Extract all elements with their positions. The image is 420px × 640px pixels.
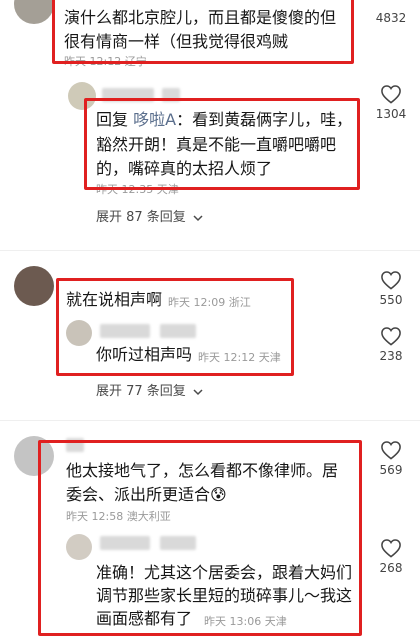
reply-text: 你听过相声吗	[96, 345, 193, 364]
like-count: 550	[379, 293, 403, 307]
username-blurred	[160, 324, 196, 338]
username-blurred	[100, 324, 150, 338]
like-count: 569	[379, 463, 403, 477]
username-blurred	[66, 438, 84, 452]
comment-text-line: 他太接地气了，怎么看都不像律师。居	[66, 461, 339, 480]
like-count: 4832	[375, 11, 407, 25]
heart-outline-icon	[381, 327, 401, 346]
heart-outline-icon	[381, 441, 401, 460]
comment-text-line: 演什么都北京腔儿，而且都是傻傻的但	[64, 8, 337, 27]
expand-replies-label: 展开 77 条回复	[96, 384, 186, 399]
comment-text: 就在说相声啊	[66, 290, 163, 309]
expand-replies-label: 展开 87 条回复	[96, 210, 186, 225]
like-button[interactable]: 569	[374, 440, 408, 477]
reply-meta: 昨天 12:35 天津	[96, 183, 179, 196]
like-button[interactable]: 550	[374, 270, 408, 307]
like-button[interactable]: 238	[374, 326, 408, 363]
avatar[interactable]	[14, 0, 54, 24]
comment-text-line: 很有情商一样（但我觉得很鸡贼	[64, 32, 289, 51]
expand-replies-button[interactable]: 展开 77 条回复	[96, 380, 204, 399]
username-blurred	[162, 88, 180, 102]
divider	[0, 420, 420, 421]
username-blurred	[100, 536, 150, 550]
expand-replies-button[interactable]: 展开 87 条回复	[96, 206, 204, 225]
comment-text-fragment: 委会、派出所更适合	[66, 485, 211, 504]
heart-outline-icon	[381, 85, 401, 104]
username-blurred	[102, 88, 154, 102]
reply-text-line: 豁然开朗！真是不能一直嚼吧嚼吧	[96, 135, 337, 154]
reply-text-fragment: ：看到黄磊俩字儿，哇，	[176, 110, 353, 129]
username-blurred	[160, 536, 196, 550]
avatar[interactable]	[66, 320, 92, 346]
reply-text-line: 准确！尤其这个居委会，跟着大妈们	[96, 563, 353, 582]
like-button[interactable]: 1304	[374, 84, 408, 121]
reply-meta: 昨天 12:12 天津	[198, 351, 281, 364]
avatar[interactable]	[14, 266, 54, 306]
comment-text-line: 委会、派出所更适合😰	[66, 483, 366, 507]
like-count: 1304	[375, 107, 407, 121]
anxious-face-emoji: 😰	[210, 485, 227, 504]
avatar[interactable]	[66, 534, 92, 560]
reply-text-line: 回复 哆啦A：看到黄磊俩字儿，哇，	[96, 108, 366, 132]
like-count: 238	[379, 349, 403, 363]
like-button[interactable]: 268	[374, 538, 408, 575]
mention-link[interactable]: 哆啦A	[133, 110, 176, 129]
avatar[interactable]	[14, 436, 54, 476]
heart-outline-icon	[381, 271, 401, 290]
reply-text-line: 的，嘴碎真的太招人烦了	[96, 159, 273, 178]
like-count: 268	[379, 561, 403, 575]
like-button[interactable]: 4832	[374, 8, 408, 25]
reply-prefix: 回复	[96, 110, 129, 129]
comment-meta: 昨天 12:58 澳大利亚	[66, 510, 171, 523]
divider	[0, 250, 420, 251]
heart-outline-icon	[381, 539, 401, 558]
reply-meta: 昨天 13:06 天津	[204, 615, 287, 628]
avatar[interactable]	[68, 82, 96, 110]
chevron-down-icon	[193, 388, 203, 395]
reply-text-line: 调节那些家长里短的琐碎事儿～我这	[96, 586, 353, 605]
chevron-down-icon	[193, 214, 203, 221]
comment-meta: 昨天 12:09 浙江	[168, 296, 251, 309]
comment-meta: 昨天 12:12 辽宁	[64, 55, 147, 68]
